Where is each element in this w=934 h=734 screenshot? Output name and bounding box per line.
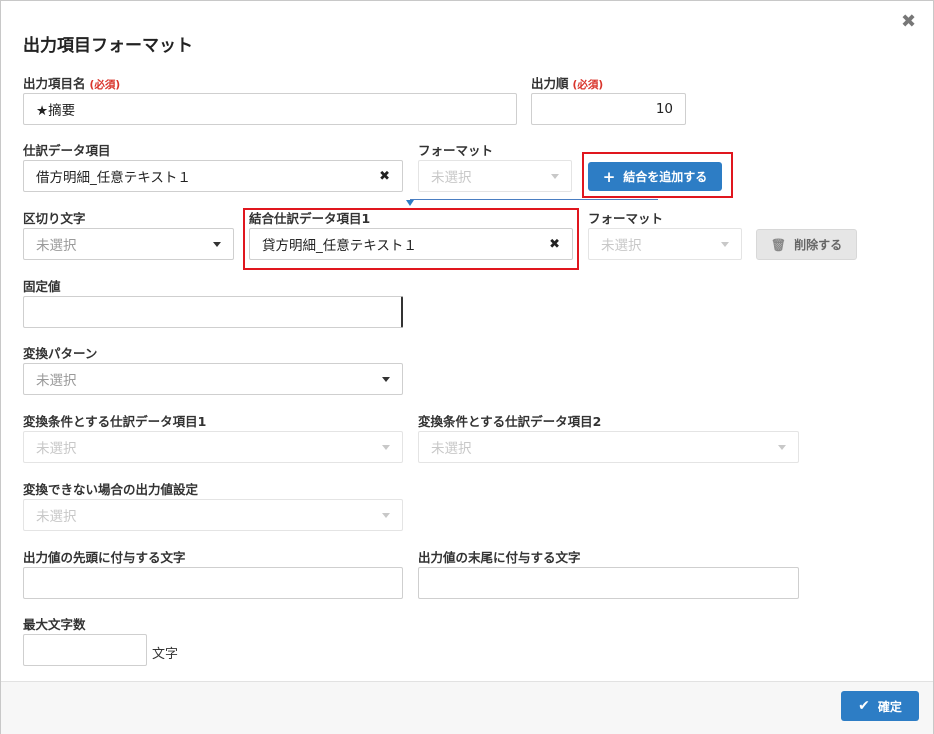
clear-icon[interactable]: ✖ [549,237,560,252]
chevron-down-icon [213,241,221,247]
trash-icon: 🗑 [770,237,787,252]
output-order-label: 出力順 (必須) [531,76,604,91]
caret-down-icon [406,200,414,206]
suffix-label: 出力値の末尾に付与する文字 [418,550,581,565]
delete-button[interactable]: 🗑 削除する [756,229,857,260]
dialog-footer [1,682,933,734]
prefix-label: 出力値の先頭に付与する文字 [23,550,186,565]
confirm-button[interactable]: ✔ 確定 [841,691,919,721]
add-join-button[interactable]: + 結合を追加する [588,162,722,191]
output-name-label: 出力項目名 (必須) [23,76,121,91]
format-label: フォーマット [418,143,494,158]
required-badge: (必須) [89,79,121,91]
format-select[interactable]: 未選択 [418,160,572,192]
delimiter-label: 区切り文字 [23,211,86,226]
max-chars-input[interactable] [23,634,147,666]
max-chars-unit: 文字 [152,647,179,662]
chevron-down-icon [551,173,559,179]
journal-item-select[interactable]: 借方明細_任意テキスト１ ✖ [23,160,403,192]
required-badge: (必須) [572,79,604,91]
output-order-input[interactable]: 10 [531,93,686,125]
fixed-value-label: 固定値 [23,279,61,294]
delimiter-select[interactable]: 未選択 [23,228,234,260]
chevron-down-icon [721,241,729,247]
chevron-down-icon [382,512,390,518]
dialog-title: 出力項目フォーマット [23,36,193,56]
check-icon: ✔ [858,698,870,714]
chevron-down-icon [382,444,390,450]
connector-line [410,199,658,200]
clear-icon[interactable]: ✖ [379,169,390,184]
prefix-input[interactable] [23,567,403,599]
joined-item-label: 結合仕訳データ項目1 [249,211,371,226]
plus-icon: + [602,167,616,186]
fallback-output-label: 変換できない場合の出力値設定 [23,482,199,497]
format-label: フォーマット [588,211,664,226]
suffix-input[interactable] [418,567,799,599]
fixed-value-input[interactable] [23,296,403,328]
output-name-input[interactable]: ★摘要 [23,93,517,125]
close-icon[interactable]: ✖ [901,11,916,32]
condition-item2-select[interactable]: 未選択 [418,431,799,463]
output-item-format-dialog: 出力項目フォーマット ✖ 出力項目名 (必須) ★摘要 出力順 (必須) 10 仕訳… [0,0,934,734]
chevron-down-icon [778,444,786,450]
format-select[interactable]: 未選択 [588,228,742,260]
condition-item2-label: 変換条件とする仕訳データ項目2 [418,414,602,429]
chevron-down-icon [382,376,390,382]
condition-item1-select[interactable]: 未選択 [23,431,403,463]
joined-item-select[interactable]: 貸方明細_任意テキスト１ ✖ [249,228,573,260]
journal-item-label: 仕訳データ項目 [23,143,111,158]
fallback-output-select[interactable]: 未選択 [23,499,403,531]
max-chars-label: 最大文字数 [23,617,86,632]
condition-item1-label: 変換条件とする仕訳データ項目1 [23,414,207,429]
conversion-pattern-select[interactable]: 未選択 [23,363,403,395]
conversion-pattern-label: 変換パターン [23,346,98,361]
